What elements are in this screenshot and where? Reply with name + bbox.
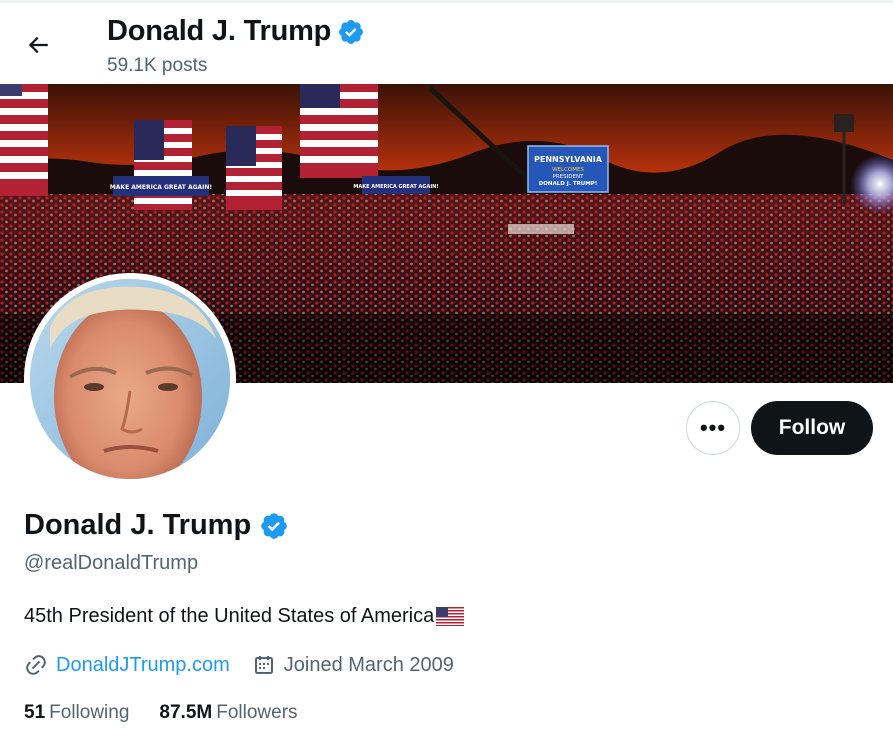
follow-button[interactable]: Follow: [751, 401, 873, 455]
website-link[interactable]: DonaldJTrump.com: [56, 654, 230, 677]
joined-item: Joined March 2009: [252, 653, 454, 677]
banner-screen-line2: WELCOMES: [552, 167, 584, 173]
bio-text: 45th President of the United States of A…: [24, 605, 435, 627]
website-item: DonaldJTrump.com: [24, 653, 230, 677]
followers-link[interactable]: 87.5M Followers: [159, 702, 297, 724]
verified-badge-icon[interactable]: [259, 511, 289, 541]
profile-name-row: Donald J. Trump: [24, 509, 289, 542]
profile-bio: 45th President of the United States of A…: [24, 605, 465, 628]
banner-sign-left: MAKE AMERICA GREAT AGAIN!: [110, 184, 212, 191]
header-title-row: Donald J. Trump: [107, 15, 365, 48]
link-icon: [26, 655, 46, 675]
followers-count: 87.5M: [159, 702, 213, 723]
banner-screen-line1: PENNSYLVANIA: [534, 155, 603, 164]
banner-sign-right: MAKE AMERICA GREAT AGAIN!: [353, 184, 438, 190]
profile-avatar[interactable]: [24, 273, 236, 485]
profile-header: Donald J. Trump 59.1K posts: [0, 3, 893, 84]
calendar-icon: [254, 656, 273, 674]
profile-stats: 51 Following 87.5M Followers: [24, 702, 328, 724]
header-name: Donald J. Trump: [107, 15, 332, 47]
more-options-button[interactable]: •••: [686, 401, 740, 455]
profile-name: Donald J. Trump: [24, 509, 252, 541]
banner-screen-line3: PRESIDENT: [553, 174, 585, 180]
avatar-photo: [30, 279, 230, 479]
following-count: 51: [24, 702, 46, 723]
joined-date: Joined March 2009: [283, 653, 454, 676]
header-post-count: 59.1K posts: [107, 55, 208, 76]
following-link[interactable]: 51 Following: [24, 702, 129, 724]
us-flag-emoji-icon: [436, 607, 465, 626]
profile-handle: @realDonaldTrump: [24, 552, 199, 574]
profile-meta-row: DonaldJTrump.com Joined March 2009: [24, 653, 476, 677]
following-label: Following: [49, 702, 130, 723]
verified-badge-icon: [339, 19, 364, 44]
banner-screen-line4: DONALD J. TRUMP!: [539, 181, 598, 187]
arrow-left-icon: [28, 36, 48, 54]
followers-label: Followers: [216, 702, 298, 723]
back-button[interactable]: [18, 25, 58, 65]
